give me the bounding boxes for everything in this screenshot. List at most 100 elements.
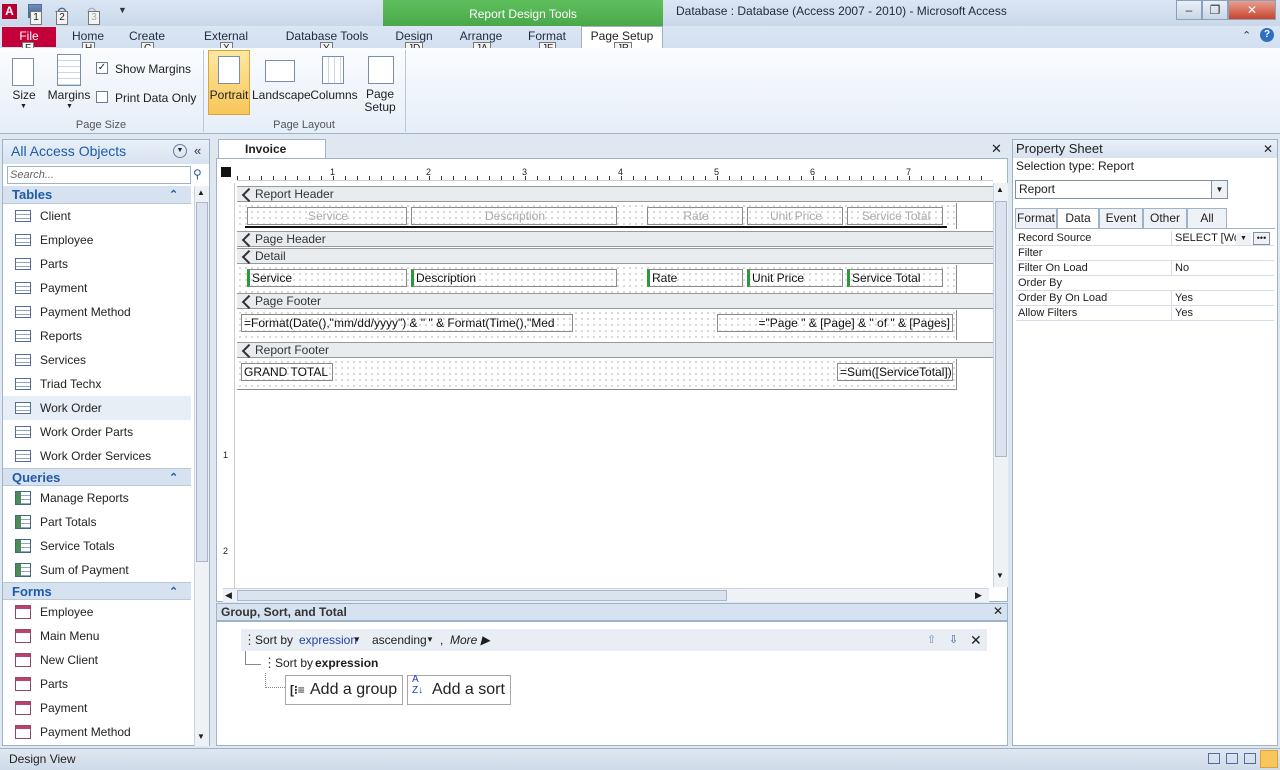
section-report-header[interactable]: Report Header: [237, 186, 993, 202]
scroll-right-icon[interactable]: ▶: [975, 590, 982, 601]
collapse-group-icon[interactable]: ⌃: [169, 583, 178, 601]
nav-item-form-employee[interactable]: Employee: [3, 600, 191, 624]
nav-item-sum-of-payment[interactable]: Sum of Payment: [3, 558, 191, 582]
nav-group-tables[interactable]: Tables ⌃: [3, 186, 191, 204]
nav-item-triad-techx[interactable]: Triad Techx: [3, 372, 191, 396]
tab-all[interactable]: All: [1187, 208, 1227, 228]
qat-customize-icon[interactable]: ▼: [118, 5, 127, 15]
design-horizontal-scrollbar[interactable]: ◀ ▶: [223, 588, 989, 602]
print-data-only-checkbox[interactable]: [96, 91, 108, 103]
tab-data[interactable]: Data: [1057, 208, 1099, 229]
select-report-box[interactable]: [221, 167, 231, 177]
header-underline[interactable]: [245, 226, 947, 228]
margins-button[interactable]: Margins: [46, 88, 92, 102]
close-group-sort-icon[interactable]: ✕: [993, 604, 1003, 618]
header-label-description[interactable]: Description: [411, 207, 617, 225]
nav-item-parts[interactable]: Parts: [3, 252, 191, 276]
move-up-icon[interactable]: ⇧: [927, 629, 936, 651]
property-value-input[interactable]: Yes: [1171, 291, 1274, 305]
sub-sort-field[interactable]: expression: [315, 653, 378, 673]
minimize-ribbon-icon[interactable]: ⌃: [1242, 29, 1251, 42]
nav-item-form-parts[interactable]: Parts: [3, 672, 191, 696]
view-design-icon[interactable]: [1260, 750, 1278, 768]
restore-button[interactable]: ❐: [1202, 0, 1228, 20]
nav-item-form-payment[interactable]: Payment: [3, 696, 191, 720]
chevron-down-icon[interactable]: ▼: [426, 629, 434, 651]
show-margins-checkbox[interactable]: ✓: [96, 62, 108, 74]
columns-button[interactable]: Columns: [310, 88, 358, 102]
property-row-filter-on-load[interactable]: Filter On Load No: [1016, 261, 1274, 276]
property-row-filter[interactable]: Filter: [1016, 246, 1274, 261]
tab-other[interactable]: Other: [1143, 208, 1187, 228]
help-icon[interactable]: ?: [1260, 28, 1274, 42]
nav-item-payment[interactable]: Payment: [3, 276, 191, 300]
nav-item-service-totals[interactable]: Service Totals: [3, 534, 191, 558]
chevron-down-icon[interactable]: ▼: [1211, 181, 1227, 198]
design-vscroll-thumb[interactable]: [995, 201, 1007, 457]
scroll-left-icon[interactable]: ◀: [225, 590, 232, 601]
header-label-service-total[interactable]: Service Total: [847, 207, 943, 225]
sub-sort-row[interactable]: ⋮ Sort by expression: [261, 653, 461, 673]
nav-collapse-icon[interactable]: «: [194, 143, 201, 158]
nav-search-input[interactable]: Search...: [7, 166, 191, 184]
nav-item-form-payment-method[interactable]: Payment Method: [3, 720, 191, 744]
chevron-down-icon[interactable]: ▼: [353, 629, 361, 651]
minimize-button[interactable]: –: [1176, 0, 1202, 20]
header-label-unit-price[interactable]: Unit Price: [747, 207, 843, 225]
delete-level-icon[interactable]: ✕: [970, 629, 982, 651]
nav-group-forms[interactable]: Forms ⌃: [3, 582, 191, 600]
nav-scrollbar[interactable]: ▲ ▼: [194, 186, 209, 746]
nav-scroll-thumb[interactable]: [196, 202, 208, 562]
close-document-icon[interactable]: ✕: [991, 141, 1002, 157]
page-setup-button[interactable]: Page Setup: [360, 88, 400, 114]
scroll-down-icon[interactable]: ▼: [996, 571, 1004, 580]
search-icon[interactable]: ⚲: [193, 167, 202, 181]
move-down-icon[interactable]: ⇩: [949, 629, 958, 651]
builder-button[interactable]: •••: [1253, 232, 1270, 245]
nav-item-work-order[interactable]: Work Order: [3, 396, 191, 420]
landscape-button[interactable]: Landscape: [252, 88, 311, 102]
section-page-header[interactable]: Page Header: [237, 231, 993, 247]
design-vertical-scrollbar[interactable]: ▲ ▼: [993, 183, 1008, 587]
nav-item-client[interactable]: Client: [3, 204, 191, 228]
sort-field-select[interactable]: expression: [299, 629, 357, 651]
property-value-input[interactable]: Yes: [1171, 306, 1274, 320]
property-value-input[interactable]: No: [1171, 261, 1274, 275]
grand-total-expression[interactable]: =Sum([ServiceTotal]): [837, 363, 953, 381]
nav-item-main-menu[interactable]: Main Menu: [3, 624, 191, 648]
more-options-link[interactable]: More ▶: [450, 629, 490, 651]
header-label-rate[interactable]: Rate: [647, 207, 743, 225]
close-button[interactable]: ✕: [1228, 0, 1276, 20]
sort-level-row[interactable]: ⋮ Sort by expression ▼ ascending ▼ , Mor…: [241, 629, 987, 651]
nav-item-services[interactable]: Services: [3, 348, 191, 372]
grand-total-label[interactable]: GRAND TOTAL: [241, 363, 333, 381]
detail-field-rate[interactable]: Rate: [647, 269, 743, 287]
nav-item-manage-reports[interactable]: Manage Reports: [3, 486, 191, 510]
nav-options-dropdown-icon[interactable]: ▼: [173, 144, 187, 158]
section-page-footer[interactable]: Page Footer: [237, 293, 993, 309]
header-label-service[interactable]: Service: [247, 207, 407, 225]
object-selector-dropdown[interactable]: Report: [1015, 180, 1228, 199]
view-report-icon[interactable]: [1208, 753, 1220, 764]
collapse-group-icon[interactable]: ⌃: [169, 469, 178, 487]
section-report-footer[interactable]: Report Footer: [237, 342, 993, 358]
nav-item-employee[interactable]: Employee: [3, 228, 191, 252]
nav-item-work-order-parts[interactable]: Work Order Parts: [3, 420, 191, 444]
scroll-up-icon[interactable]: ▲: [197, 188, 205, 197]
design-hscroll-thumb[interactable]: [237, 590, 727, 601]
detail-field-service-total[interactable]: Service Total: [847, 269, 943, 287]
view-print-preview-icon[interactable]: [1226, 753, 1238, 764]
scroll-up-icon[interactable]: ▲: [996, 185, 1004, 194]
footer-date-expression[interactable]: =Format(Date(),"mm/dd/yyyy") & " " & For…: [241, 314, 573, 332]
add-sort-button[interactable]: A Z↓ Add a sort: [407, 674, 511, 705]
detail-field-service[interactable]: Service: [247, 269, 407, 287]
nav-item-part-totals[interactable]: Part Totals: [3, 510, 191, 534]
nav-item-payment-method[interactable]: Payment Method: [3, 300, 191, 324]
nav-item-reports[interactable]: Reports: [3, 324, 191, 348]
nav-group-queries[interactable]: Queries ⌃: [3, 468, 191, 486]
tab-format[interactable]: Format: [1015, 208, 1057, 228]
detail-field-description[interactable]: Description: [411, 269, 617, 287]
close-property-sheet-icon[interactable]: ✕: [1263, 142, 1273, 156]
sort-order-select[interactable]: ascending: [372, 629, 427, 651]
property-row-order-by[interactable]: Order By: [1016, 276, 1274, 291]
